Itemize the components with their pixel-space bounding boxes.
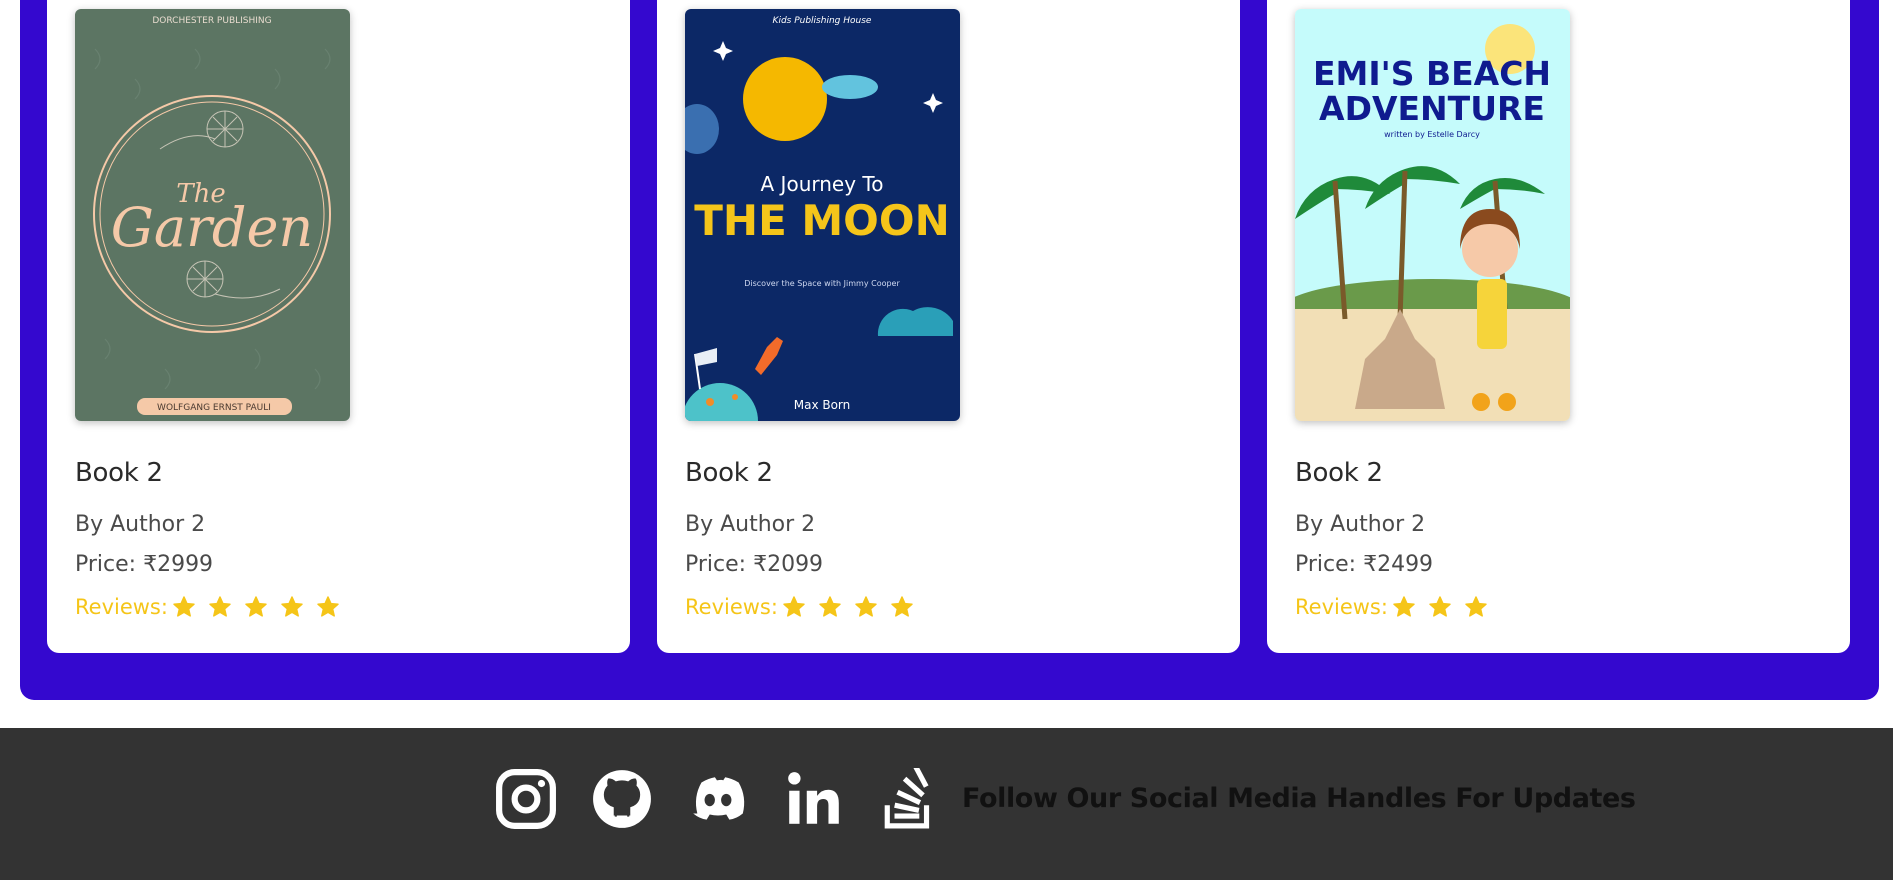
cover-title-line2: ADVENTURE [1319, 89, 1545, 128]
star-icon [1393, 596, 1415, 617]
star-icon [855, 596, 877, 617]
book-reviews: Reviews: [685, 595, 926, 619]
star-icon [317, 596, 339, 617]
star-rating [1392, 595, 1500, 619]
star-rating [172, 595, 352, 619]
reviews-label: Reviews: [75, 595, 168, 619]
reviews-label: Reviews: [685, 595, 778, 619]
book-author: By Author 2 [685, 512, 816, 537]
book-card[interactable]: Kids Publishing House A Journey To THE M… [657, 0, 1240, 653]
book-cover-moon[interactable]: Kids Publishing House A Journey To THE M… [685, 9, 960, 421]
cover-author: Max Born [794, 398, 851, 412]
book-cover-garden[interactable]: DORCHESTER PUBLISHING The Garden WOLFGAN… [75, 9, 350, 421]
cover-title-large: Garden [111, 196, 313, 259]
book-reviews: Reviews: [1295, 595, 1500, 619]
star-icon [783, 596, 805, 617]
book-price: Price: ₹2999 [75, 552, 214, 577]
book-reviews: Reviews: [75, 595, 352, 619]
github-icon[interactable] [591, 768, 653, 830]
reviews-label: Reviews: [1295, 595, 1388, 619]
book-title: Book 2 [75, 458, 163, 488]
cover-title-small: A Journey To [761, 172, 884, 196]
book-author: By Author 2 [75, 512, 206, 537]
beach-cover-art: EMI'S BEACH ADVENTURE written by Estelle… [1295, 9, 1570, 421]
star-rating [782, 595, 926, 619]
cover-title-line1: EMI'S BEACH [1313, 54, 1551, 93]
instagram-icon[interactable] [495, 768, 557, 830]
book-cover-beach[interactable]: EMI'S BEACH ADVENTURE written by Estelle… [1295, 9, 1570, 421]
moon-cover-art: Kids Publishing House A Journey To THE M… [685, 9, 960, 421]
star-icon [209, 596, 231, 617]
book-card[interactable]: EMI'S BEACH ADVENTURE written by Estelle… [1267, 0, 1850, 653]
garden-cover-art: DORCHESTER PUBLISHING The Garden WOLFGAN… [75, 9, 350, 421]
star-icon [1429, 596, 1451, 617]
star-icon [173, 596, 195, 617]
social-links [495, 768, 975, 830]
star-icon [891, 596, 913, 617]
cover-publisher: DORCHESTER PUBLISHING [152, 16, 271, 26]
cover-title-large: THE MOON [694, 196, 949, 245]
site-footer: Follow Our Social Media Handles For Upda… [0, 728, 1893, 880]
star-icon [1465, 596, 1487, 617]
stackoverflow-icon[interactable] [879, 768, 941, 830]
linkedin-icon[interactable] [783, 768, 845, 830]
follow-text: Follow Our Social Media Handles For Upda… [962, 783, 1636, 814]
book-price: Price: ₹2099 [685, 552, 824, 577]
book-price: Price: ₹2499 [1295, 552, 1434, 577]
cover-author: WOLFGANG ERNST PAULI [157, 403, 271, 413]
star-icon [245, 596, 267, 617]
cover-tagline: Discover the Space with Jimmy Cooper [744, 279, 900, 288]
star-icon [819, 596, 841, 617]
book-author: By Author 2 [1295, 512, 1426, 537]
cover-publisher: Kids Publishing House [773, 16, 872, 26]
books-section: DORCHESTER PUBLISHING The Garden WOLFGAN… [20, 0, 1879, 700]
star-icon [281, 596, 303, 617]
cover-byline: written by Estelle Darcy [1384, 130, 1480, 139]
book-card[interactable]: DORCHESTER PUBLISHING The Garden WOLFGAN… [47, 0, 630, 653]
book-title: Book 2 [685, 458, 773, 488]
book-title: Book 2 [1295, 458, 1383, 488]
discord-icon[interactable] [687, 768, 749, 830]
